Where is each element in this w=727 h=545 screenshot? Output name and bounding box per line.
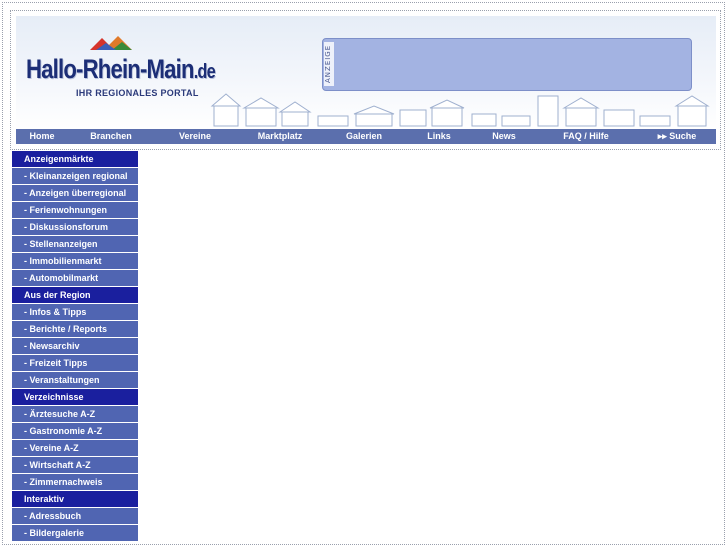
logo-tld: .de	[193, 61, 216, 83]
sidebar-section-header: Aus der Region	[12, 287, 138, 304]
sidebar-item[interactable]: - Gastronomie A-Z	[12, 423, 138, 440]
roof-logo-icon	[90, 36, 132, 50]
sidebar-item[interactable]: - Diskussionsforum	[12, 219, 138, 236]
houses-skyline-icon	[210, 93, 710, 127]
sidebar-item[interactable]: - Stellenanzeigen	[12, 236, 138, 253]
sidebar-item[interactable]: - Kleinanzeigen regional	[12, 168, 138, 185]
sidebar-item[interactable]: - Berichte / Reports	[12, 321, 138, 338]
site-logo[interactable]: Hallo-Rhein-Main.de	[26, 54, 216, 85]
sidebar-item[interactable]: - Wirtschaft A-Z	[12, 457, 138, 474]
nav-item-vereine[interactable]: Vereine	[154, 129, 236, 144]
sidebar-menu: Anzeigenmärkte - Kleinanzeigen regional - …	[12, 151, 138, 542]
sidebar-item[interactable]: - Bildergalerie	[12, 525, 138, 542]
nav-item-suche[interactable]: ▸▸ Suche	[638, 129, 716, 144]
sidebar-item[interactable]: - Infos & Tipps	[12, 304, 138, 321]
nav-item-home[interactable]: Home	[16, 129, 68, 144]
ad-label: ANZEIGE	[324, 42, 334, 86]
sidebar-item[interactable]: - Zimmernachweis	[12, 474, 138, 491]
sidebar-item[interactable]: - Adressbuch	[12, 508, 138, 525]
sidebar-item[interactable]: - Ärztesuche A-Z	[12, 406, 138, 423]
sidebar-section-header: Anzeigenmärkte	[12, 151, 138, 168]
nav-item-news[interactable]: News	[474, 129, 534, 144]
sidebar-item[interactable]: - Anzeigen überregional	[12, 185, 138, 202]
sidebar-item[interactable]: - Automobilmarkt	[12, 270, 138, 287]
sidebar-section-header: Verzeichnisse	[12, 389, 138, 406]
sidebar-item[interactable]: - Newsarchiv	[12, 338, 138, 355]
ad-banner[interactable]: ANZEIGE	[322, 38, 692, 91]
sidebar-item[interactable]: - Freizeit Tipps	[12, 355, 138, 372]
logo-slogan: IHR REGIONALES PORTAL	[76, 88, 199, 98]
nav-item-branchen[interactable]: Branchen	[68, 129, 154, 144]
sidebar-item[interactable]: - Immobilienmarkt	[12, 253, 138, 270]
sidebar-item[interactable]: - Ferienwohnungen	[12, 202, 138, 219]
sidebar-section-header: Interaktiv	[12, 491, 138, 508]
sidebar-item[interactable]: - Veranstaltungen	[12, 372, 138, 389]
header-banner: Hallo-Rhein-Main.de IHR REGIONALES PORTA…	[16, 16, 716, 129]
nav-item-galerien[interactable]: Galerien	[324, 129, 404, 144]
sidebar-item[interactable]: - Vereine A-Z	[12, 440, 138, 457]
nav-item-faq-hilfe[interactable]: FAQ / Hilfe	[534, 129, 638, 144]
logo-text: Hallo-Rhein-Main	[26, 54, 195, 84]
nav-item-links[interactable]: Links	[404, 129, 474, 144]
nav-item-marktplatz[interactable]: Marktplatz	[236, 129, 324, 144]
main-nav: Home Branchen Vereine Marktplatz Galerien Lin…	[16, 129, 716, 144]
